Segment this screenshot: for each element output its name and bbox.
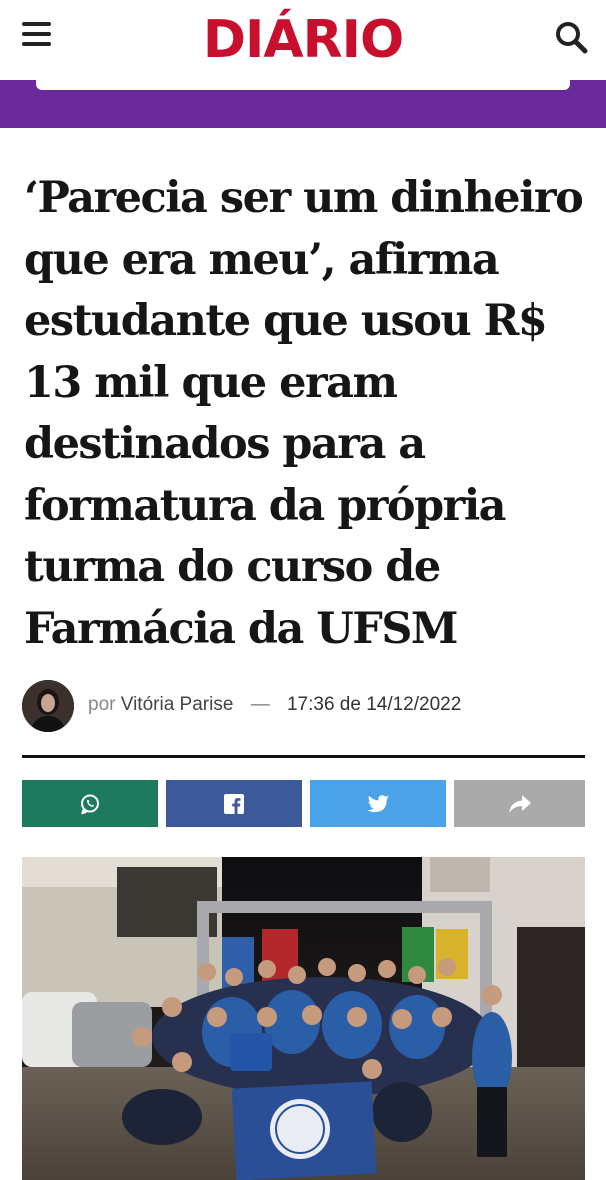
promo-banner-inner xyxy=(36,80,570,90)
twitter-icon xyxy=(367,794,389,812)
more-share-button[interactable] xyxy=(454,780,585,827)
article-byline: por Vitória Parise — 17:36 de 14/12/2022 xyxy=(22,680,592,734)
site-logo[interactable]: DIÁRIO xyxy=(0,6,606,74)
promo-banner[interactable] xyxy=(0,80,606,128)
byline-prefix: por xyxy=(88,694,116,715)
group-photo-image xyxy=(22,857,585,1180)
site-header: DIÁRIO xyxy=(0,0,606,80)
share-buttons xyxy=(22,780,585,827)
byline-separator: — xyxy=(250,694,270,715)
headline-divider xyxy=(22,755,585,758)
author-name[interactable]: Vitória Parise xyxy=(121,694,234,715)
facebook-share-button[interactable] xyxy=(166,780,302,827)
facebook-icon xyxy=(224,793,244,814)
author-avatar[interactable] xyxy=(22,680,74,732)
whatsapp-share-button[interactable] xyxy=(22,780,158,827)
whatsapp-icon xyxy=(81,794,99,814)
twitter-share-button[interactable] xyxy=(310,780,446,827)
share-arrow-icon xyxy=(508,794,531,813)
article-lead-photo[interactable] xyxy=(22,857,585,1180)
search-icon[interactable] xyxy=(554,20,588,54)
article-headline: ‘Parecia ser um dinheiro que era meu’, a… xyxy=(24,173,584,654)
publish-datetime: 17:36 de 14/12/2022 xyxy=(286,694,462,715)
